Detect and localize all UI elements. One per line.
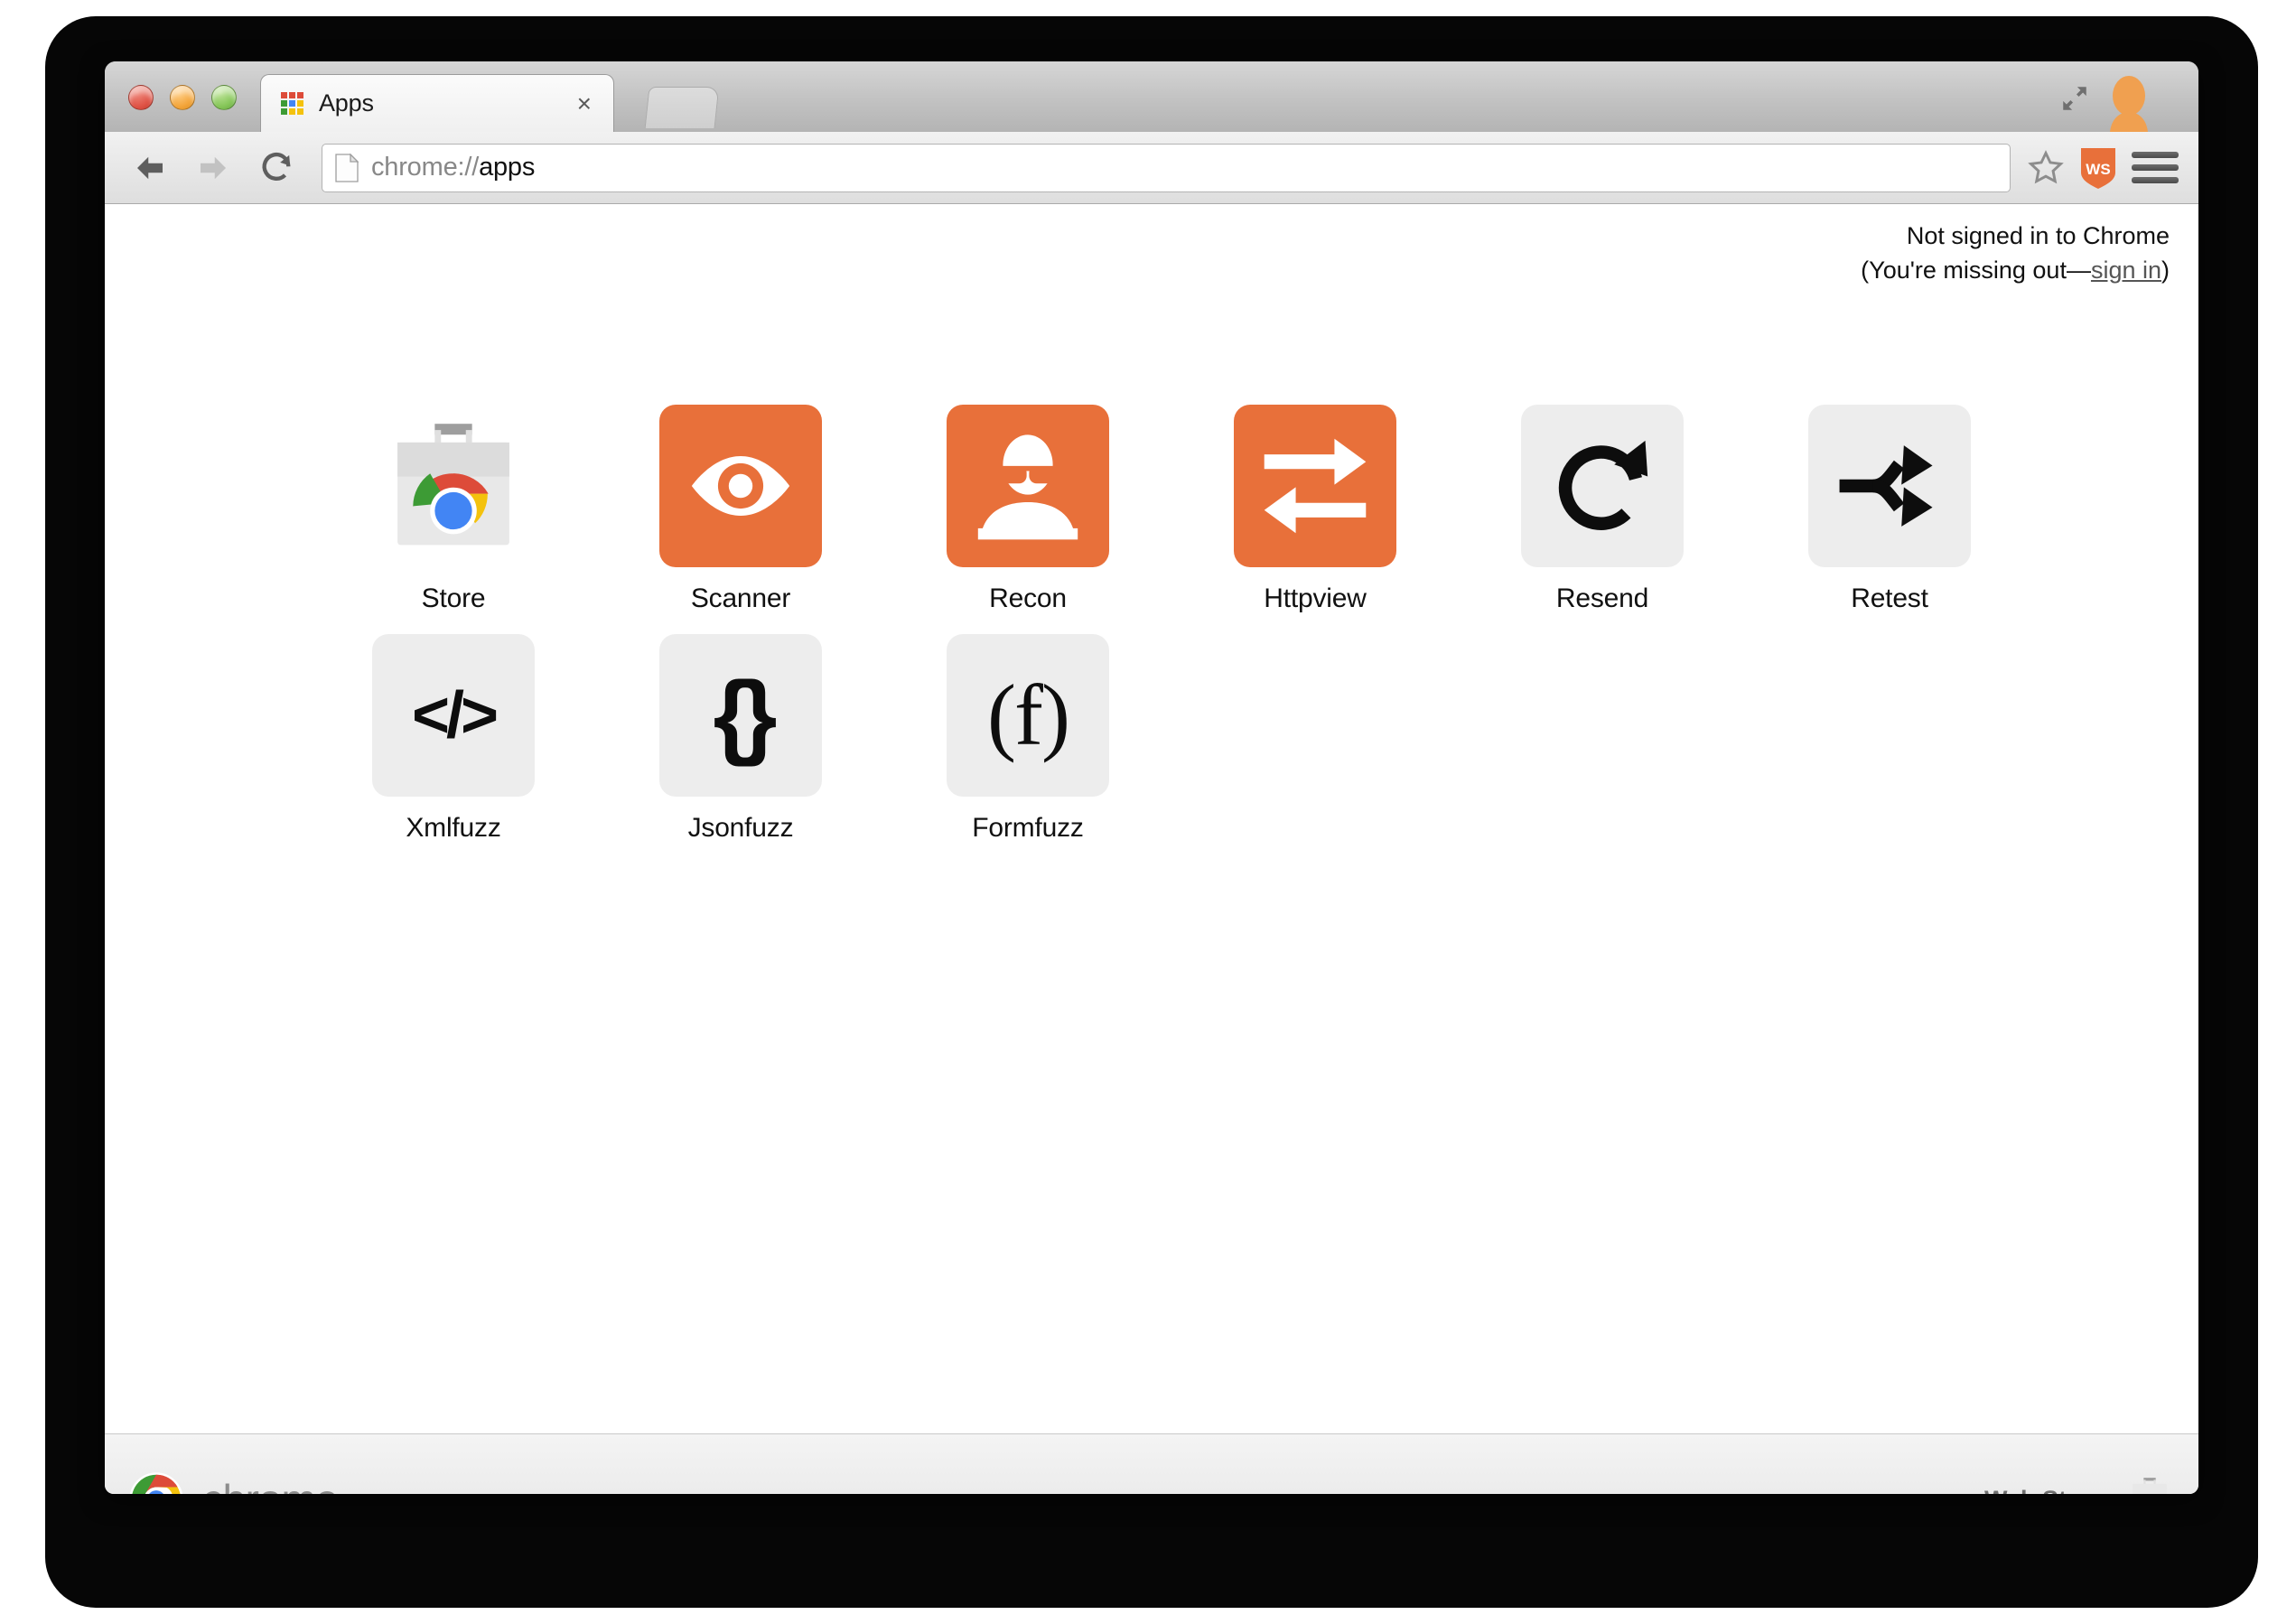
user-avatar-icon[interactable] [2103,74,2155,132]
tab-strip: Apps × [105,61,2198,132]
app-icon-tile [1234,405,1396,567]
new-tab-button[interactable] [644,87,720,128]
curly-braces-icon: {} [713,663,778,768]
app-label: Resend [1555,583,1649,613]
url-scheme: chrome:// [371,153,480,182]
app-label: Xmlfuzz [406,813,501,843]
app-icon-tile [1521,405,1684,567]
app-icon-tile: </> [372,634,535,797]
app-retest[interactable]: Retest [1746,405,2033,614]
apps-grid-favicon [281,91,304,116]
app-resend[interactable]: Resend [1459,405,1746,614]
web-store-shield-icon: WS [2081,147,2115,189]
browser-window: Apps × chrome://apps WS Not signed in to… [105,61,2198,1494]
spy-person-sunglasses-icon [977,434,1078,540]
chrome-logo-icon [129,1472,183,1494]
signin-status: Not signed in to Chrome (You're missing … [1861,219,2170,288]
app-icon-tile [947,405,1109,567]
sign-in-link[interactable]: sign in [2091,257,2161,284]
address-bar[interactable]: chrome://apps [322,143,2011,192]
minimize-window-button[interactable] [170,85,195,110]
app-label: Scanner [690,583,791,613]
ws-badge-label: WS [2086,161,2110,178]
web-store-label: Web Store [1984,1486,2105,1495]
apps-page: Not signed in to Chrome (You're missing … [105,204,2198,1433]
close-icon[interactable]: × [577,90,592,117]
bookmark-button[interactable] [2021,144,2070,192]
hamburger-menu-icon[interactable] [2132,145,2179,191]
eye-icon [691,456,790,516]
page-footer: chrome Web Store [105,1433,2198,1494]
function-parens-icon: (f) [987,667,1070,763]
app-label: Retest [1851,583,1928,613]
refresh-circular-arrow-icon [1558,440,1648,530]
web-store-extension-button[interactable]: WS [2077,145,2119,191]
app-icon-tile: (f) [947,634,1109,797]
app-scanner[interactable]: Scanner [597,405,884,614]
signin-line2: (You're missing out—sign in) [1861,253,2170,287]
app-store[interactable]: Store [310,405,597,614]
forward-arrow-icon [201,156,226,179]
app-label: Formfuzz [972,813,1084,843]
app-jsonfuzz[interactable]: {} Jsonfuzz [597,634,884,844]
signin-suffix: ) [2161,257,2170,285]
close-window-button[interactable] [128,85,154,110]
back-arrow-icon [137,156,163,179]
app-icon-tile: {} [659,634,822,797]
split-fork-arrow-icon [1839,445,1933,527]
forward-button[interactable] [190,145,237,191]
two-way-arrows-icon [1264,438,1367,534]
app-icon-tile [372,405,535,567]
code-tags-icon: </> [411,679,499,751]
url-path: apps [479,153,536,182]
zoom-window-button[interactable] [211,85,237,110]
chrome-web-store-bag-icon [397,424,509,546]
fullscreen-expand-icon[interactable] [2059,83,2090,114]
signin-line1: Not signed in to Chrome [1906,222,2170,249]
chrome-brand: chrome [128,1471,339,1494]
app-label: Store [421,583,486,613]
bookmark-star-icon [2028,149,2064,183]
app-label: Recon [989,583,1067,613]
tab-title: Apps [319,89,374,117]
app-label: Httpview [1264,583,1367,613]
reload-button[interactable] [253,145,300,191]
app-label: Jsonfuzz [687,813,794,843]
web-store-bag-icon [2133,1478,2167,1494]
page-document-icon [335,153,359,182]
tab-apps[interactable]: Apps × [260,74,614,132]
signin-prefix: (You're missing out— [1861,257,2091,285]
window-controls [128,85,237,110]
app-formfuzz[interactable]: (f) Formfuzz [884,634,1171,844]
address-bar-text: chrome://apps [371,153,535,182]
web-store-link[interactable]: Web Store [1984,1477,2175,1494]
app-recon[interactable]: Recon [884,405,1171,614]
reload-icon [262,152,291,181]
app-icon-tile [1808,405,1971,567]
browser-toolbar: chrome://apps WS [105,132,2198,204]
chrome-wordmark: chrome [202,1475,339,1494]
app-xmlfuzz[interactable]: </> Xmlfuzz [310,634,597,844]
app-icon-tile [659,405,822,567]
back-button[interactable] [126,145,173,191]
app-httpview[interactable]: Httpview [1171,405,1459,614]
apps-grid: Store Scanner Recon Httpview Resend Rete… [310,405,2033,844]
